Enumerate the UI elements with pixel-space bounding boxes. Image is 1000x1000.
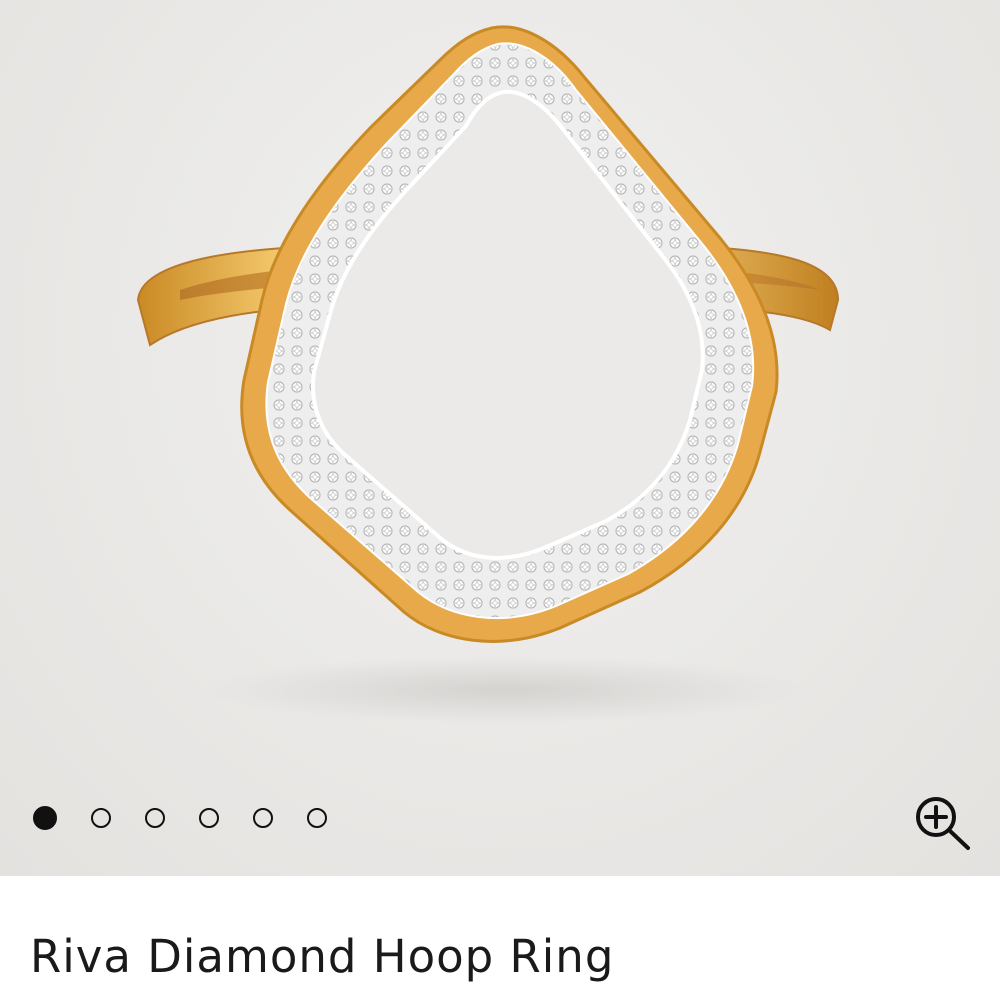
product-title: Riva Diamond Hoop Ring xyxy=(30,930,615,983)
pagination-dot-5[interactable] xyxy=(253,808,273,828)
pagination-dot-4[interactable] xyxy=(199,808,219,828)
pagination-dot-2[interactable] xyxy=(91,808,111,828)
pagination-dot-1[interactable] xyxy=(33,806,57,830)
zoom-button[interactable] xyxy=(910,792,974,854)
ring-icon[interactable] xyxy=(0,0,1000,876)
pagination-dot-3[interactable] xyxy=(145,808,165,828)
zoom-in-icon xyxy=(916,797,970,850)
product-image-gallery[interactable] xyxy=(0,0,1000,876)
product-page: Riva Diamond Hoop Ring xyxy=(0,0,1000,1000)
pagination-dot-6[interactable] xyxy=(307,808,327,828)
gallery-pagination xyxy=(33,806,327,830)
